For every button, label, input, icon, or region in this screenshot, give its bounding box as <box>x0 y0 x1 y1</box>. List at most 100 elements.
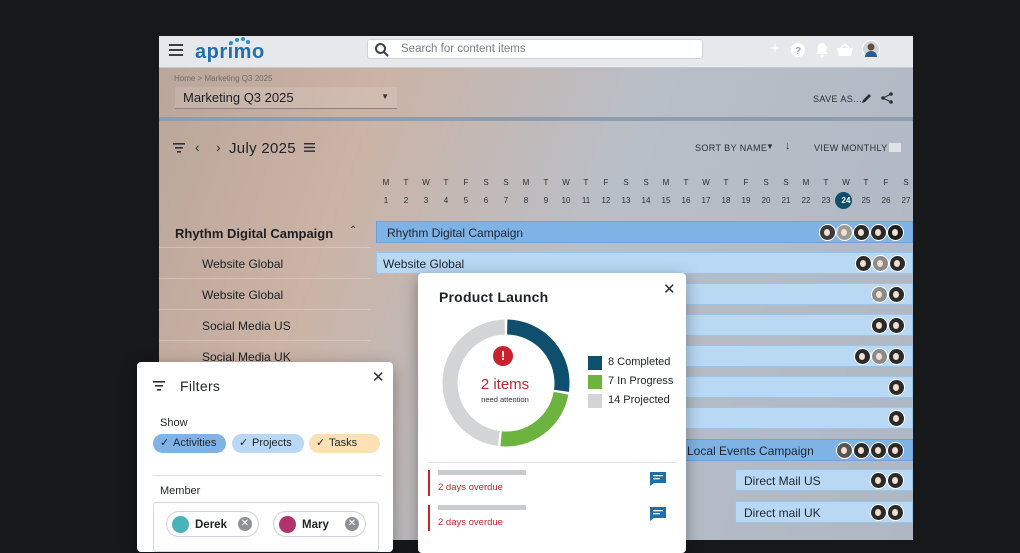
overdue-item[interactable]: 2 days overdue <box>428 470 676 496</box>
weekday-label: W <box>702 178 710 187</box>
gantt-bar-website[interactable]: Website Global <box>376 252 913 274</box>
legend-label: 14 Projected <box>608 394 670 406</box>
day-number[interactable]: 10 <box>556 196 576 205</box>
filter-chip-projects[interactable]: ✓ Projects <box>232 434 304 453</box>
next-month-button[interactable]: › <box>216 139 221 155</box>
gantt-bar-direct-mail-us[interactable]: Direct Mail US <box>735 469 913 491</box>
filters-title: Filters <box>180 378 221 394</box>
search-input[interactable]: Search for content items <box>367 39 703 59</box>
filter-icon[interactable] <box>173 143 185 153</box>
weekday-label: S <box>763 178 769 187</box>
day-number[interactable]: 4 <box>436 196 456 205</box>
day-number[interactable]: 18 <box>716 196 736 205</box>
view-monthly-button[interactable]: VIEW MONTHLY <box>814 143 888 153</box>
weekday-label: W <box>842 178 850 187</box>
day-number[interactable]: 27 <box>896 196 913 205</box>
logo-dots <box>229 37 250 45</box>
day-number[interactable]: 23 <box>816 196 836 205</box>
row-label[interactable]: Social Media US <box>202 319 291 333</box>
calendar-view-icon[interactable] <box>889 143 901 152</box>
day-number[interactable]: 14 <box>636 196 656 205</box>
day-number[interactable]: 9 <box>536 196 556 205</box>
day-number[interactable]: 12 <box>596 196 616 205</box>
attention-label: need attention <box>481 395 529 404</box>
chevron-down-icon[interactable]: ▼ <box>766 142 774 151</box>
user-avatar[interactable] <box>861 40 881 60</box>
project-select[interactable]: Marketing Q3 2025 ▼ <box>175 87 397 109</box>
member-chip-derek[interactable]: Derek ✕ <box>166 511 259 537</box>
weekday-label: S <box>623 178 629 187</box>
prev-month-button[interactable]: ‹ <box>195 139 200 155</box>
pencil-icon[interactable] <box>861 92 873 104</box>
collapse-icon[interactable]: ⌃ <box>349 225 357 236</box>
row-label[interactable]: Website Global <box>202 288 283 302</box>
basket-icon[interactable] <box>835 40 855 60</box>
overdue-item[interactable]: 2 days overdue <box>428 505 676 531</box>
day-number[interactable]: 19 <box>736 196 756 205</box>
weekday-label: T <box>863 178 869 187</box>
assignee-avatars <box>888 379 910 397</box>
day-number[interactable]: 6 <box>476 196 496 205</box>
search-placeholder: Search for content items <box>401 43 526 55</box>
weekday-label: S <box>483 178 489 187</box>
chip-label: Projects <box>252 437 292 449</box>
assignee-avatars <box>819 224 909 242</box>
day-number[interactable]: 20 <box>756 196 776 205</box>
day-number[interactable]: 25 <box>856 196 876 205</box>
list-icon[interactable] <box>304 143 315 152</box>
comment-icon[interactable] <box>650 507 666 521</box>
comment-icon[interactable] <box>650 472 666 486</box>
day-number[interactable]: 13 <box>616 196 636 205</box>
day-number[interactable]: 11 <box>576 196 596 205</box>
day-number[interactable]: 21 <box>776 196 796 205</box>
day-number[interactable]: 5 <box>456 196 476 205</box>
day-number[interactable]: 24 <box>836 196 856 205</box>
gantt-bar-direct-mail-uk[interactable]: Direct mail UK <box>735 501 913 523</box>
save-as-button[interactable]: SAVE AS... <box>813 94 862 104</box>
day-number[interactable]: 17 <box>696 196 716 205</box>
day-number[interactable]: 26 <box>876 196 896 205</box>
day-number[interactable]: 3 <box>416 196 436 205</box>
weekday-label: T <box>403 178 409 187</box>
day-number[interactable]: 1 <box>376 196 396 205</box>
member-chip-mary[interactable]: Mary ✕ <box>273 511 366 537</box>
filter-chip-tasks[interactable]: ✓ Tasks <box>309 434 380 453</box>
breadcrumb[interactable]: Home > Marketing Q3 2025 <box>174 74 273 83</box>
sort-direction-icon[interactable]: ↓ <box>785 140 791 152</box>
gantt-bar[interactable] <box>685 345 913 367</box>
gantt-bar[interactable] <box>685 376 913 398</box>
check-icon: ✓ <box>160 437 170 449</box>
gantt-bar-rhythm[interactable]: Rhythm Digital Campaign <box>376 221 913 243</box>
row-label-campaign[interactable]: Rhythm Digital Campaign <box>175 226 333 241</box>
share-icon[interactable] <box>881 92 893 104</box>
day-number[interactable]: 2 <box>396 196 416 205</box>
close-icon[interactable]: ✕ <box>663 280 676 298</box>
close-icon[interactable]: ✕ <box>372 368 385 386</box>
menu-icon[interactable] <box>169 44 183 56</box>
day-number[interactable]: 15 <box>656 196 676 205</box>
weekday-label: T <box>443 178 449 187</box>
gantt-bar[interactable] <box>685 407 913 429</box>
day-number[interactable]: 8 <box>516 196 536 205</box>
remove-icon[interactable]: ✕ <box>238 517 252 531</box>
check-icon: ✓ <box>239 437 249 449</box>
day-number[interactable]: 7 <box>496 196 516 205</box>
help-icon[interactable]: ? <box>788 40 808 60</box>
member-select[interactable]: Derek ✕ Mary ✕ <box>153 502 379 552</box>
plus-icon[interactable]: + <box>765 40 785 60</box>
bell-icon[interactable] <box>812 40 832 60</box>
gantt-bar[interactable] <box>685 283 913 305</box>
sort-button[interactable]: SORT BY NAME <box>695 143 767 153</box>
gantt-bar-local-events[interactable]: Local Events Campaign <box>678 439 913 461</box>
check-icon: ✓ <box>316 437 326 449</box>
day-number[interactable]: 22 <box>796 196 816 205</box>
day-number[interactable]: 16 <box>676 196 696 205</box>
filter-chip-activities[interactable]: ✓ Activities <box>153 434 226 453</box>
remove-icon[interactable]: ✕ <box>345 517 359 531</box>
legend-swatch <box>588 356 602 370</box>
divider <box>153 475 382 476</box>
row-label[interactable]: Website Global <box>202 257 283 271</box>
gantt-bar[interactable] <box>685 314 913 336</box>
show-label: Show <box>160 417 188 429</box>
weekday-label: S <box>783 178 789 187</box>
